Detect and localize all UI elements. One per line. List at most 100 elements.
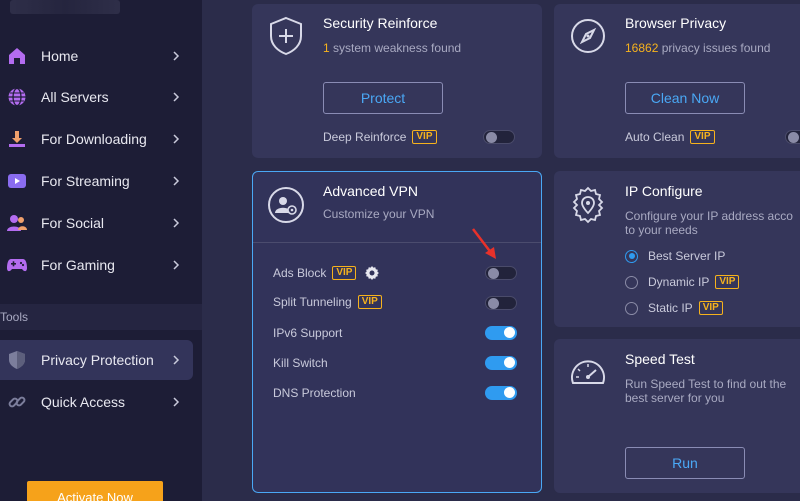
toggle-knob	[488, 297, 499, 309]
weakness-count: 1	[323, 41, 330, 55]
static-ip-option[interactable]: Static IP VIP	[625, 301, 723, 315]
protect-button[interactable]: Protect	[323, 82, 443, 114]
tools-section-header	[0, 304, 202, 330]
privacy-issue-text: privacy issues found	[658, 41, 771, 55]
advanced-vpn-subtitle: Customize your VPN	[323, 207, 435, 221]
vip-badge: VIP	[698, 301, 723, 315]
auto-clean-toggle[interactable]	[785, 130, 800, 144]
toggle-knob	[488, 267, 499, 279]
advanced-vpn-title: Advanced VPN	[323, 183, 418, 199]
chevron-right-icon	[173, 218, 180, 228]
clean-now-button[interactable]: Clean Now	[625, 82, 745, 114]
split-tunneling-toggle[interactable]	[485, 296, 517, 310]
globe-icon	[6, 86, 28, 108]
sidebar-item-for-social[interactable]: For Social	[0, 203, 193, 243]
chevron-right-icon	[173, 51, 180, 61]
deep-reinforce-option: Deep Reinforce VIP	[323, 130, 437, 144]
users-icon	[6, 212, 28, 234]
chevron-right-icon	[173, 355, 180, 365]
browser-privacy-title: Browser Privacy	[625, 15, 727, 31]
gear-icon[interactable]	[364, 265, 380, 281]
chevron-right-icon	[173, 92, 180, 102]
chevron-right-icon	[173, 260, 180, 270]
sidebar-item-label: Privacy Protection	[41, 352, 154, 368]
sidebar-item-label: For Streaming	[41, 173, 130, 189]
vip-badge: VIP	[690, 130, 715, 144]
ipv6-support-toggle[interactable]	[485, 326, 517, 340]
ip-configure-subtitle-line1: Configure your IP address acco	[625, 209, 793, 223]
vip-badge: VIP	[357, 295, 382, 309]
home-icon	[6, 45, 28, 67]
compass-icon	[568, 16, 608, 56]
speed-test-title: Speed Test	[625, 351, 695, 367]
download-icon	[6, 128, 28, 150]
deep-reinforce-label: Deep Reinforce	[323, 130, 407, 144]
kill-switch-label: Kill Switch	[273, 356, 328, 370]
vip-badge: VIP	[332, 266, 357, 280]
toggle-knob	[504, 357, 515, 368]
chevron-right-icon	[173, 134, 180, 144]
radio-checked[interactable]	[625, 249, 638, 263]
radio-unchecked[interactable]	[625, 275, 638, 289]
sidebar-item-for-gaming[interactable]: For Gaming	[0, 245, 193, 285]
auto-clean-option: Auto Clean VIP	[625, 130, 715, 144]
toggle-knob	[504, 387, 515, 398]
sidebar-item-for-downloading[interactable]: For Downloading	[0, 119, 193, 159]
vip-badge: VIP	[715, 275, 740, 289]
app-logo	[10, 0, 120, 14]
gamepad-icon	[6, 254, 28, 276]
run-speed-test-button[interactable]: Run	[625, 447, 745, 479]
speedometer-icon	[568, 353, 608, 393]
best-server-ip-option[interactable]: Best Server IP	[625, 249, 725, 263]
shield-plus-icon	[266, 16, 306, 56]
speed-test-subtitle-line2: best server for you	[625, 391, 725, 405]
ads-block-toggle[interactable]	[485, 266, 517, 280]
annotation-arrow-icon	[472, 228, 496, 259]
ipv6-support-label: IPv6 Support	[273, 326, 343, 340]
shield-icon	[6, 349, 28, 371]
sidebar-item-label: All Servers	[41, 89, 109, 105]
activate-now-button[interactable]: Activate Now	[27, 481, 163, 501]
dynamic-ip-label: Dynamic IP	[648, 275, 710, 289]
dynamic-ip-option[interactable]: Dynamic IP VIP	[625, 275, 740, 289]
ipv6-support-row: IPv6 Support	[273, 326, 342, 340]
radio-unchecked[interactable]	[625, 301, 638, 315]
sidebar-item-quick-access[interactable]: Quick Access	[0, 382, 193, 422]
weakness-text: system weakness found	[329, 41, 462, 55]
sidebar-item-home[interactable]: Home	[0, 36, 193, 76]
sidebar-item-for-streaming[interactable]: For Streaming	[0, 161, 193, 201]
sidebar-item-label: Home	[41, 48, 79, 64]
deep-reinforce-toggle[interactable]	[483, 130, 515, 144]
kill-switch-toggle[interactable]	[485, 356, 517, 370]
sidebar-item-label: For Downloading	[41, 131, 147, 147]
chevron-right-icon	[173, 397, 180, 407]
toggle-knob	[486, 131, 497, 143]
play-icon	[6, 170, 28, 192]
vip-badge: VIP	[412, 130, 437, 144]
ads-block-row: Ads Block VIP	[273, 265, 380, 281]
ip-configure-title: IP Configure	[625, 183, 703, 199]
security-reinforce-title: Security Reinforce	[323, 15, 438, 31]
sidebar-item-label: Quick Access	[41, 394, 126, 410]
ip-configure-subtitle-line2: to your needs	[625, 223, 698, 237]
vpn-user-settings-icon	[266, 185, 306, 225]
browser-privacy-subtitle: 16862 privacy issues found	[625, 41, 770, 55]
dns-protection-label: DNS Protection	[273, 386, 356, 400]
sidebar-item-privacy-protection[interactable]: Privacy Protection	[0, 340, 193, 380]
best-server-ip-label: Best Server IP	[648, 249, 726, 263]
sidebar-item-label: For Social	[41, 215, 105, 231]
auto-clean-label: Auto Clean	[625, 130, 685, 144]
ads-block-label: Ads Block	[273, 266, 327, 280]
link-icon	[6, 391, 28, 413]
security-reinforce-subtitle: 1 system weakness found	[323, 41, 461, 55]
toggle-knob	[504, 327, 515, 338]
static-ip-label: Static IP	[648, 301, 693, 315]
chevron-right-icon	[173, 176, 180, 186]
toggle-knob	[788, 131, 799, 143]
sidebar-item-label: For Gaming	[41, 257, 115, 273]
tools-label: Tools	[0, 310, 29, 324]
kill-switch-row: Kill Switch	[273, 356, 328, 370]
privacy-issue-count: 16862	[625, 41, 659, 55]
dns-protection-toggle[interactable]	[485, 386, 517, 400]
sidebar-item-all-servers[interactable]: All Servers	[0, 77, 193, 117]
